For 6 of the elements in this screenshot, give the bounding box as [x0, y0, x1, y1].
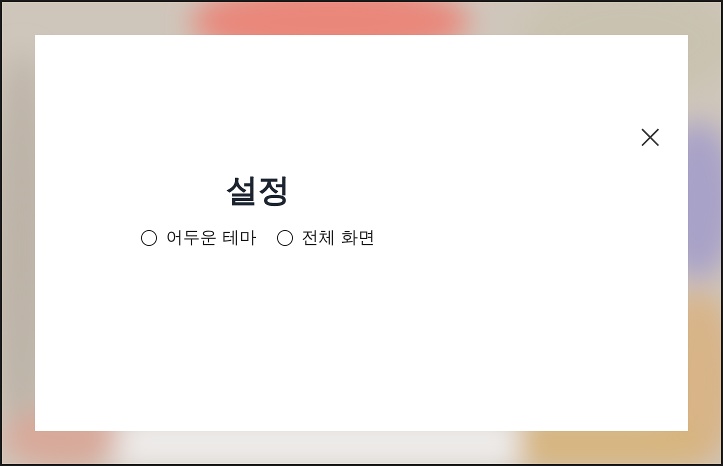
- radio-button[interactable]: [276, 230, 292, 246]
- dialog-title: 설정: [226, 170, 290, 211]
- option-label[interactable]: 어두운 테마: [166, 226, 256, 249]
- option-label[interactable]: 전체 화면: [302, 226, 375, 249]
- close-button[interactable]: ×: [636, 122, 662, 152]
- radio-button[interactable]: [141, 230, 158, 246]
